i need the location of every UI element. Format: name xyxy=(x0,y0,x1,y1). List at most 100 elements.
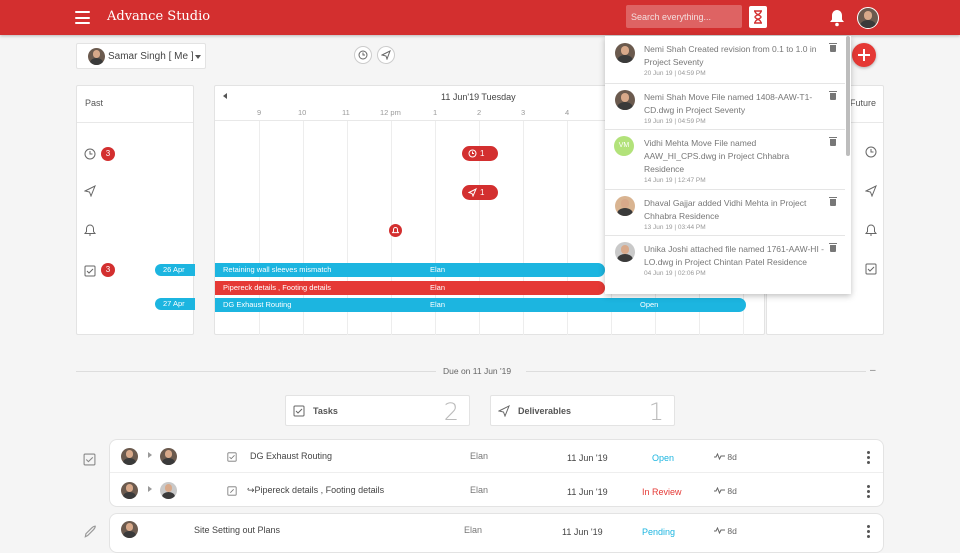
deliverable-date: 11 Jun '19 xyxy=(562,527,603,537)
timeline-bar[interactable]: Retaining wall sleeves mismatch Elan xyxy=(215,263,605,277)
activity-icon xyxy=(714,526,725,535)
timeline-bar[interactable]: DG Exhaust Routing Elan Open xyxy=(215,298,746,312)
menu-icon[interactable] xyxy=(75,11,90,24)
paper-plane-icon xyxy=(381,50,391,60)
hour-label: 9 xyxy=(257,108,262,117)
activity-icon xyxy=(714,486,725,495)
notifications-dropdown: Nemi Shah Created revision from 0.1 to 1… xyxy=(605,36,851,294)
top-bar: Advance Studio xyxy=(0,0,960,35)
bar-title: Retaining wall sleeves mismatch xyxy=(223,265,332,274)
paper-plane-icon[interactable] xyxy=(865,185,877,197)
scrollbar[interactable] xyxy=(846,36,850,156)
duration-value: 8d xyxy=(727,486,737,496)
search-input[interactable] xyxy=(626,5,742,28)
trash-icon[interactable] xyxy=(829,243,837,252)
notification-text: Dhaval Gajjar added Vidhi Mehta in Proje… xyxy=(644,198,807,221)
paper-plane-icon xyxy=(498,405,510,417)
dropdown-arrow xyxy=(827,29,841,43)
due-label: Due on 11 Jun '19 xyxy=(443,366,512,376)
timeline-plane-pill[interactable]: 1 xyxy=(462,185,498,200)
notification-time: 04 Jun 19 | 02:06 PM xyxy=(644,270,706,277)
hour-label: 4 xyxy=(565,108,570,117)
bar-status: Open xyxy=(640,300,659,309)
clock-icon[interactable] xyxy=(865,146,877,158)
bar-title: DG Exhaust Routing xyxy=(223,300,292,309)
deliverables-card[interactable]: Deliverables 1 xyxy=(490,395,675,426)
timeline-bar[interactable]: Pipereck details , Footing details Elan xyxy=(215,281,605,295)
tasks-card-count: 2 xyxy=(443,398,459,426)
task-duration: 8d xyxy=(714,486,737,496)
task-person: Elan xyxy=(470,451,489,461)
notification-item[interactable]: Dhaval Gajjar added Vidhi Mehta in Proje… xyxy=(605,190,845,236)
hourglass-icon[interactable] xyxy=(749,6,767,28)
bell-icon[interactable] xyxy=(84,224,96,236)
notification-text: Vidhi Mehta Move File named AAW_HI_CPS.d… xyxy=(644,138,790,174)
table-row[interactable]: Site Setting out Plans Elan 11 Jun '19 P… xyxy=(110,514,883,547)
rocket-icon xyxy=(84,525,96,538)
user-select-label: Samar Singh [ Me ] xyxy=(108,51,194,62)
task-check-icon[interactable] xyxy=(865,263,877,275)
prev-day-icon[interactable] xyxy=(220,93,227,99)
notification-item[interactable]: VM Vidhi Mehta Move File named AAW_HI_CP… xyxy=(605,130,845,190)
trash-icon[interactable] xyxy=(829,197,837,206)
deliverable-title[interactable]: Site Setting out Plans xyxy=(194,525,280,535)
avatar xyxy=(615,242,635,262)
deliverable-duration: 8d xyxy=(714,526,737,536)
timeline-clock-pill[interactable]: 1 xyxy=(462,146,498,161)
clock-filter-button[interactable] xyxy=(354,46,372,64)
table-row[interactable]: ↪Pipereck details , Footing details Elan… xyxy=(110,474,883,507)
hour-label: 10 xyxy=(298,108,307,117)
notification-item[interactable]: Unika Joshi attached file named 1761-AAW… xyxy=(605,236,845,294)
trash-icon[interactable] xyxy=(829,43,837,52)
avatar xyxy=(121,448,138,465)
clock-icon xyxy=(358,50,368,60)
bar-person: Elan xyxy=(430,283,446,292)
app-title: Advance Studio xyxy=(107,9,211,24)
chevron-down-icon xyxy=(195,55,201,62)
tasks-card[interactable]: Tasks 2 xyxy=(285,395,470,426)
bell-icon[interactable] xyxy=(865,224,877,236)
hour-label: 1 xyxy=(433,108,438,117)
avatar xyxy=(160,448,177,465)
task-date: 11 Jun '19 xyxy=(567,487,608,497)
trash-icon[interactable] xyxy=(829,137,837,146)
task-check-icon[interactable] xyxy=(84,265,96,277)
bar-person: Elan xyxy=(430,265,446,274)
task-person: Elan xyxy=(470,485,489,495)
divider xyxy=(526,371,866,372)
avatar xyxy=(121,521,138,538)
add-button[interactable] xyxy=(852,43,876,67)
notification-time: 13 Jun 19 | 03:44 PM xyxy=(644,224,706,231)
clock-icon[interactable] xyxy=(84,148,96,160)
hour-label: 12 pm xyxy=(380,108,401,117)
notification-item[interactable]: Nemi Shah Move File named 1408-AAW-T1-CD… xyxy=(605,84,845,130)
date-pill: 27 Apr xyxy=(155,298,195,310)
timeline-bell-marker[interactable] xyxy=(389,224,402,237)
paper-plane-icon[interactable] xyxy=(84,185,96,197)
task-title[interactable]: DG Exhaust Routing xyxy=(250,451,332,461)
hour-label: 2 xyxy=(477,108,482,117)
send-filter-button[interactable] xyxy=(377,46,395,64)
table-row[interactable]: DG Exhaust Routing Elan 11 Jun '19 Open … xyxy=(110,440,883,473)
chevron-right-icon xyxy=(148,486,155,492)
more-icon[interactable] xyxy=(867,525,870,538)
trash-icon[interactable] xyxy=(829,91,837,100)
collapse-button[interactable]: – xyxy=(870,365,876,376)
user-avatar[interactable] xyxy=(857,7,879,29)
notifications-bell-icon[interactable] xyxy=(829,9,845,27)
task-list: DG Exhaust Routing Elan 11 Jun '19 Open … xyxy=(109,439,884,507)
avatar xyxy=(615,90,635,110)
paper-plane-icon xyxy=(468,188,477,197)
past-label: Past xyxy=(77,86,193,123)
more-icon[interactable] xyxy=(867,451,870,464)
pill-count: 1 xyxy=(480,149,485,158)
user-select[interactable]: Samar Singh [ Me ] xyxy=(76,43,206,69)
task-status: In Review xyxy=(642,487,682,497)
notification-item[interactable]: Nemi Shah Created revision from 0.1 to 1… xyxy=(605,36,845,84)
bar-title: Pipereck details , Footing details xyxy=(223,283,331,292)
deliverable-person: Elan xyxy=(464,525,483,535)
more-icon[interactable] xyxy=(867,485,870,498)
tasks-card-label: Tasks xyxy=(313,406,338,416)
task-title[interactable]: ↪Pipereck details , Footing details xyxy=(247,485,384,496)
chevron-right-icon xyxy=(148,452,155,458)
